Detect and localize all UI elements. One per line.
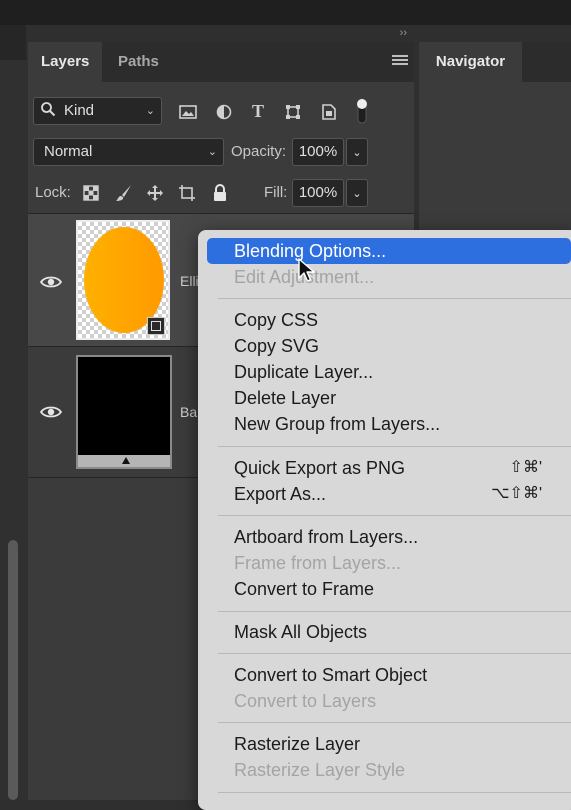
chevron-down-icon: ⌄	[352, 188, 362, 200]
lock-label: Lock:	[35, 184, 71, 201]
search-icon	[41, 102, 56, 117]
menu-separator	[218, 653, 571, 654]
opacity-dropdown-button[interactable]: ⌄	[346, 138, 368, 166]
menu-item-label: Quick Export as PNG	[234, 458, 406, 478]
layer-name-ellipse[interactable]: Elli	[180, 273, 199, 289]
fill-label: Fill:	[264, 184, 288, 201]
shortcut-label: ⇧⌘'	[509, 459, 542, 476]
menu-item-copy-css[interactable]: Copy CSS	[220, 307, 571, 333]
menu-item-copy-svg[interactable]: Copy SVG	[220, 333, 571, 359]
layer-thumbnail-background[interactable]	[76, 355, 172, 469]
menu-separator	[218, 792, 571, 793]
shape-filter-icon[interactable]	[282, 98, 304, 124]
pixel-filter-icon[interactable]	[177, 98, 199, 124]
fill-field[interactable]: 100%	[292, 179, 344, 207]
tab-navigator[interactable]: Navigator	[419, 42, 522, 82]
menu-item-convert-to-frame[interactable]: Convert to Frame	[220, 576, 571, 602]
collapse-panels-icon[interactable]: ››	[400, 27, 407, 39]
menu-item-delete-layer[interactable]: Delete Layer	[220, 385, 571, 411]
panel-menu-icon[interactable]	[392, 55, 408, 67]
menu-item-frame-from-layers: Frame from Layers...	[234, 553, 402, 573]
blend-mode-value: Normal	[44, 143, 93, 160]
menu-separator	[218, 515, 571, 516]
tab-paths[interactable]: Paths	[105, 42, 172, 82]
menu-separator	[218, 298, 571, 299]
eye-icon[interactable]	[40, 275, 62, 289]
tab-layers[interactable]: Layers	[28, 42, 103, 82]
menu-separator	[218, 611, 571, 612]
eye-icon[interactable]	[40, 405, 62, 419]
mouse-pointer-icon	[298, 258, 315, 282]
triangle-up-icon	[122, 457, 130, 464]
opacity-field[interactable]: 100%	[292, 138, 344, 166]
menu-item-artboard-from-layers[interactable]: Artboard from Layers...	[220, 524, 571, 550]
left-scrollbar[interactable]	[8, 540, 18, 800]
menu-item-export-as[interactable]: Export As... ⌥⇧⌘'	[220, 481, 571, 507]
filter-toggle[interactable]	[355, 97, 369, 125]
blend-mode-select[interactable]: Normal ⌄	[33, 138, 224, 166]
lock-all-padlock-icon[interactable]	[209, 180, 231, 204]
menu-item-edit-adjustment: Edit Adjustment...	[234, 267, 375, 287]
filter-kind-label: Kind	[64, 102, 95, 119]
chevron-down-icon: ⌄	[145, 105, 155, 117]
menu-item-new-group-from-layers[interactable]: New Group from Layers...	[220, 411, 571, 437]
menu-item-convert-to-layers: Convert to Layers	[234, 691, 377, 711]
lock-position-move-icon[interactable]	[144, 180, 166, 204]
fill-dropdown-button[interactable]: ⌄	[346, 179, 368, 207]
type-filter-icon[interactable]: T	[247, 98, 269, 124]
lock-artboard-nesting-icon[interactable]	[176, 180, 198, 204]
menu-separator	[218, 446, 571, 447]
chevron-down-icon: ⌄	[352, 147, 362, 159]
opacity-label: Opacity:	[231, 143, 287, 160]
top-strip	[0, 0, 571, 25]
smart-object-filter-icon[interactable]	[318, 98, 340, 124]
artboard-strip	[78, 455, 170, 467]
chevron-down-icon: ⌄	[207, 146, 217, 158]
menu-item-mask-all-objects[interactable]: Mask All Objects	[220, 619, 571, 645]
lock-transparent-pixels-icon[interactable]	[80, 180, 102, 204]
menu-item-rasterize-layer[interactable]: Rasterize Layer	[220, 731, 571, 757]
menu-item-quick-export-png[interactable]: Quick Export as PNG ⇧⌘'	[220, 455, 571, 481]
menu-item-convert-to-smart-object[interactable]: Convert to Smart Object	[220, 662, 571, 688]
menu-item-rasterize-layer-style: Rasterize Layer Style	[234, 760, 406, 780]
menu-separator	[218, 722, 571, 723]
shortcut-label: ⌥⇧⌘'	[491, 485, 542, 502]
layer-name-background[interactable]: Ba	[180, 404, 197, 420]
shape-layer-badge-icon	[147, 317, 165, 335]
adjustment-filter-icon[interactable]	[213, 98, 235, 124]
menu-item-blending-options[interactable]: Blending Options...	[207, 238, 571, 264]
menu-item-label: Export As...	[234, 484, 327, 504]
layer-thumbnail-ellipse[interactable]	[76, 220, 170, 340]
menu-item-duplicate-layer[interactable]: Duplicate Layer...	[220, 359, 571, 385]
lock-image-pixels-brush-icon[interactable]	[113, 180, 135, 204]
